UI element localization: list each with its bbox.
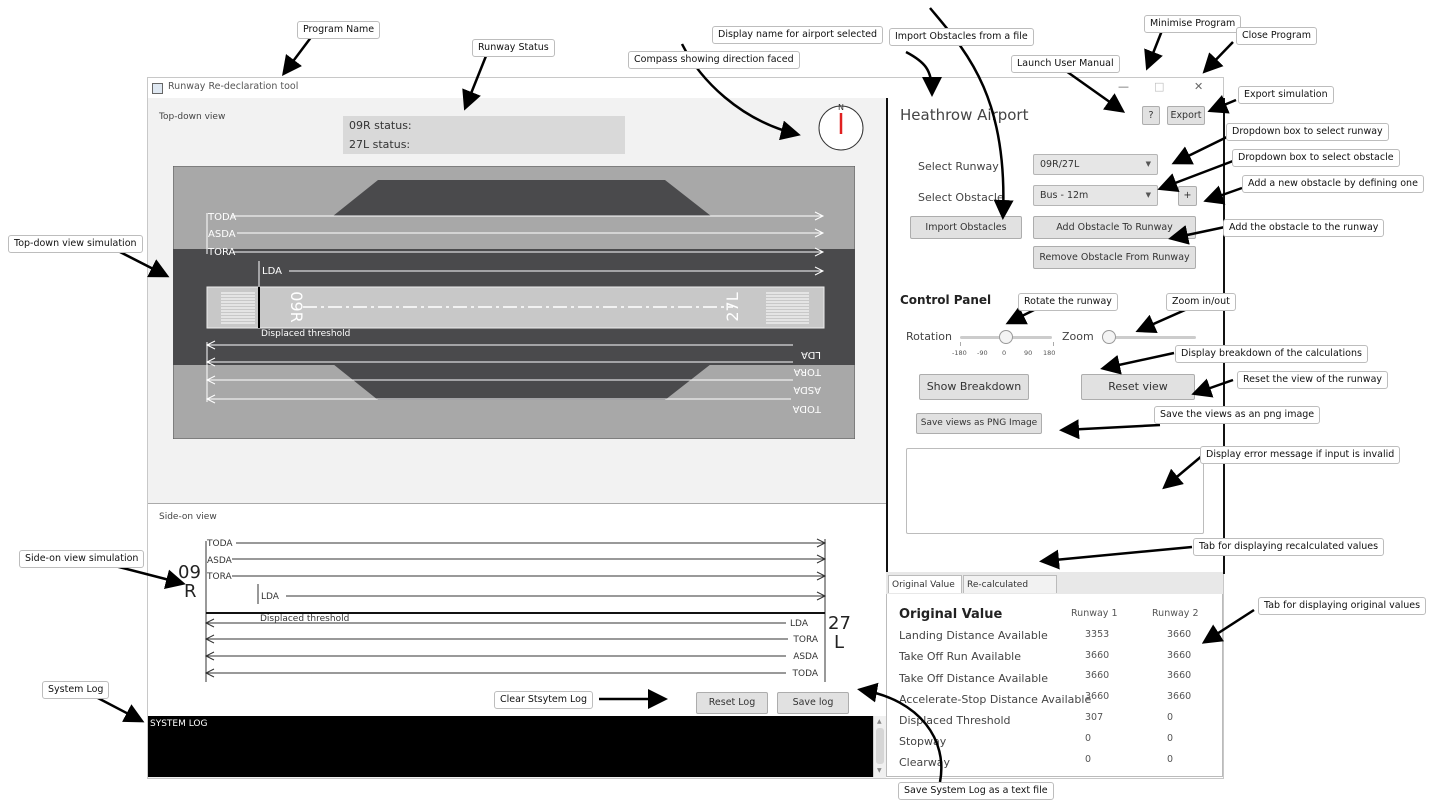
annotation-tab-original: Tab for displaying original values (1258, 597, 1427, 615)
annotation-system-log: System Log (42, 681, 110, 699)
annotation-tab-recalculated: Tab for displaying recalculated values (1193, 538, 1385, 556)
annotation-breakdown: Display breakdown of the calculations (1175, 345, 1368, 363)
annotation-display-name: Display name for airport selected (712, 26, 884, 44)
annotation-zoom: Zoom in/out (1166, 293, 1236, 311)
annotation-save-log-text: Save System Log as a text file (898, 782, 1054, 800)
annotation-clear-log: Clear Stsytem Log (494, 691, 594, 709)
annotation-add-obstacle-runway: Add the obstacle to the runway (1223, 219, 1385, 237)
annotation-error-message: Display error message if input is invali… (1200, 446, 1401, 464)
annotation-top-down-sim: Top-down view simulation (8, 235, 143, 253)
annotation-compass: Compass showing direction faced (628, 51, 800, 69)
annotation-program-name: Program Name (297, 21, 381, 39)
annotation-side-on-sim: Side-on view simulation (19, 550, 145, 568)
annotation-minimise: Minimise Program (1144, 15, 1242, 33)
annotation-rotate: Rotate the runway (1018, 293, 1118, 311)
annotation-save-png: Save the views as an png image (1154, 406, 1321, 424)
annotation-dropdown-runway: Dropdown box to select runway (1226, 123, 1389, 141)
annotation-import-obstacles: Import Obstacles from a file (889, 28, 1034, 46)
annotation-runway-status: Runway Status (472, 39, 555, 57)
annotation-export: Export simulation (1238, 86, 1334, 104)
annotation-dropdown-obstacle: Dropdown box to select obstacle (1232, 149, 1400, 167)
annotation-arrows (95, 7, 1255, 783)
annotation-close: Close Program (1236, 27, 1317, 45)
annotation-reset-view: Reset the view of the runway (1237, 371, 1389, 389)
annotation-add-new-obstacle: Add a new obstacle by defining one (1242, 175, 1424, 193)
annotation-user-manual: Launch User Manual (1011, 55, 1120, 73)
